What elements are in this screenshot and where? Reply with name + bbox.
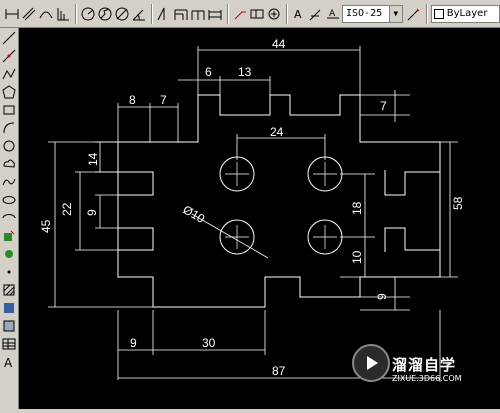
dimension-text-edit-icon[interactable] [308, 5, 324, 23]
arc-icon[interactable] [1, 120, 17, 136]
dim-22: 22 [60, 202, 74, 216]
dim-18: 18 [350, 201, 364, 215]
dim-8-7-line [117, 103, 179, 142]
polyline-icon[interactable] [1, 66, 17, 82]
play-icon [367, 356, 378, 370]
make-block-icon[interactable] [1, 246, 17, 262]
dim-8: 8 [129, 93, 136, 107]
dimension-edit-icon[interactable]: A [291, 5, 307, 23]
center-marks [225, 162, 337, 249]
baseline-dimension-icon[interactable] [173, 5, 189, 23]
region-icon[interactable] [1, 318, 17, 334]
angular-dimension-icon[interactable] [131, 5, 147, 23]
svg-text:A: A [294, 8, 302, 21]
circle-icon[interactable] [1, 138, 17, 154]
insert-block-icon[interactable] [1, 228, 17, 244]
dim-58: 58 [451, 196, 465, 210]
left-bottom-slot [118, 227, 154, 251]
draw-toolbar: A [0, 28, 19, 409]
revision-cloud-icon[interactable] [1, 156, 17, 172]
layer-dropdown[interactable]: ByLayer [430, 4, 500, 23]
left-top-slot [118, 171, 154, 196]
dim-6: 6 [205, 65, 212, 79]
ellipse-arc-icon[interactable] [1, 210, 17, 226]
toolbar-separator [75, 3, 77, 24]
continue-dimension-icon[interactable] [190, 5, 206, 23]
toolbar-separator [227, 3, 229, 24]
dim-24: 24 [270, 125, 284, 139]
dimension-style-value: ISO-25 [346, 8, 383, 19]
rectangle-icon[interactable] [1, 102, 17, 118]
dim-87: 87 [272, 364, 286, 378]
layer-value: ByLayer [446, 8, 488, 19]
ellipse-icon[interactable] [1, 192, 17, 208]
toolbar-separator [286, 3, 288, 24]
diameter-dimension-icon[interactable] [114, 5, 130, 23]
dimension-space-icon[interactable] [207, 5, 223, 23]
dim-13: 13 [238, 65, 252, 79]
drawing-canvas[interactable]: 44 6 13 8 7 7 24 14 22 9 45 18 58 10 9 9… [19, 28, 500, 409]
watermark-url: ZIXUE.3D66.COM [392, 374, 462, 383]
tolerance-icon[interactable] [249, 5, 265, 23]
dim-30: 30 [202, 336, 216, 350]
dim-9-30-line [117, 310, 266, 380]
color-swatch-icon [433, 8, 444, 19]
chevron-down-icon[interactable]: ▼ [388, 5, 402, 22]
arc-length-icon[interactable] [38, 5, 54, 23]
dimension-style-manager-icon[interactable] [406, 5, 422, 23]
dim-45: 45 [39, 219, 53, 233]
dim-6-13-line [178, 76, 271, 95]
cad-drawing: 44 6 13 8 7 7 24 14 22 9 45 18 58 10 9 9… [39, 37, 465, 382]
polygon-icon[interactable] [1, 84, 17, 100]
center-mark-icon[interactable] [266, 5, 282, 23]
toolbar-separator [425, 3, 428, 24]
dim-diameter-leader [191, 213, 269, 259]
gradient-icon[interactable] [1, 300, 17, 316]
linear-dimension-icon[interactable] [4, 5, 20, 23]
dim-10: 10 [350, 250, 364, 264]
svg-text:A: A [4, 356, 13, 369]
spline-icon[interactable] [1, 174, 17, 190]
dim-9-bottom: 9 [130, 336, 137, 350]
aligned-dimension-icon[interactable] [21, 5, 37, 23]
dim-9-right: 9 [375, 293, 389, 300]
watermark-logo [352, 344, 390, 382]
quick-leader-icon[interactable] [232, 5, 248, 23]
dimension-style-dropdown[interactable]: ISO-25 ▼ [342, 4, 403, 23]
multiline-text-icon[interactable]: A [1, 354, 17, 370]
svg-text:A: A [329, 9, 336, 19]
dim-14: 14 [86, 152, 100, 166]
dim-9-left: 9 [85, 209, 99, 216]
dim-45-line [48, 141, 153, 308]
dim-7-left: 7 [160, 93, 167, 107]
line-icon[interactable] [1, 30, 17, 46]
ordinate-dimension-icon[interactable] [55, 5, 71, 23]
radius-dimension-icon[interactable] [80, 5, 96, 23]
dimension-update-icon[interactable]: A [325, 5, 341, 23]
watermark-title: 溜溜自学 [392, 356, 457, 374]
dim-44: 44 [272, 37, 286, 51]
right-slot [384, 170, 440, 252]
toolbar-separator [151, 3, 153, 24]
quick-dimension-icon[interactable] [156, 5, 172, 23]
construction-line-icon[interactable] [1, 48, 17, 64]
table-icon[interactable] [1, 336, 17, 352]
dim-diameter: Ø10 [181, 202, 208, 226]
dim-7-right: 7 [380, 99, 387, 113]
jogged-dimension-icon[interactable] [97, 5, 113, 23]
point-icon[interactable] [1, 264, 17, 280]
top-toolbar: A A ISO-25 ▼ ByLayer [0, 0, 500, 28]
hatch-icon[interactable] [1, 282, 17, 298]
dim-44-line [197, 46, 361, 95]
